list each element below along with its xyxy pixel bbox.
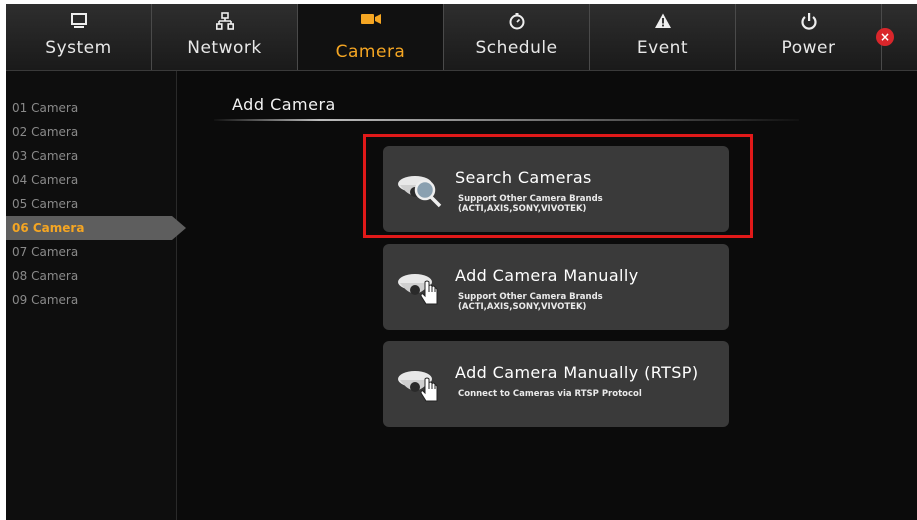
sidebar-item-camera-06[interactable]: 06 Camera [6, 216, 186, 240]
tab-schedule[interactable]: Schedule [444, 4, 590, 70]
sidebar-item-camera-08[interactable]: 08 Camera [6, 264, 176, 288]
app-screen: System Network Camera Schedule Event Pow… [6, 4, 917, 520]
tab-system[interactable]: System [6, 4, 152, 70]
tab-label: System [45, 38, 112, 58]
camera-hand-icon [395, 365, 445, 405]
action-subtitle: Connect to Cameras via RTSP Protocol [458, 389, 642, 399]
network-icon [152, 12, 297, 32]
sidebar-item-camera-03[interactable]: 03 Camera [6, 144, 176, 168]
tab-power[interactable]: Power [736, 4, 882, 70]
clock-icon [444, 12, 589, 32]
action-title: Add Camera Manually [455, 266, 639, 285]
tab-label: Schedule [475, 38, 558, 58]
power-icon [736, 12, 881, 32]
action-subtitle-line: (ACTI,AXIS,SONY,VIVOTEK) [458, 302, 587, 312]
tab-label: Network [187, 38, 262, 58]
tab-label: Power [781, 38, 836, 58]
tab-label: Camera [335, 42, 406, 62]
title-divider [214, 119, 799, 121]
action-subtitle-line: Support Other Camera Brands [458, 292, 603, 302]
tab-label: Event [636, 38, 689, 58]
sidebar-item-camera-01[interactable]: 01 Camera [6, 96, 176, 120]
camera-icon [298, 12, 443, 32]
add-camera-rtsp-button[interactable]: Add Camera Manually (RTSP) Connect to Ca… [383, 341, 729, 427]
close-icon[interactable]: × [876, 28, 894, 46]
alert-icon [590, 12, 735, 32]
tab-network[interactable]: Network [152, 4, 298, 70]
top-tab-bar: System Network Camera Schedule Event Pow… [6, 4, 917, 71]
action-title: Add Camera Manually (RTSP) [455, 363, 699, 382]
page-title: Add Camera [232, 95, 336, 114]
camera-hand-icon [395, 268, 445, 308]
sidebar-item-camera-04[interactable]: 04 Camera [6, 168, 176, 192]
add-camera-manually-button[interactable]: Add Camera Manually Support Other Camera… [383, 244, 729, 330]
sidebar-item-camera-09[interactable]: 09 Camera [6, 288, 176, 312]
sidebar-item-camera-05[interactable]: 05 Camera [6, 192, 176, 216]
monitor-icon [6, 12, 151, 32]
action-subtitle-line: Connect to Cameras via RTSP Protocol [458, 389, 642, 399]
tab-camera[interactable]: Camera [298, 4, 444, 70]
action-subtitle: Support Other Camera Brands (ACTI,AXIS,S… [458, 292, 603, 312]
sidebar-item-camera-02[interactable]: 02 Camera [6, 120, 176, 144]
sidebar-item-camera-07[interactable]: 07 Camera [6, 240, 176, 264]
camera-list-sidebar: 01 Camera 02 Camera 03 Camera 04 Camera … [6, 71, 186, 520]
highlight-box [363, 134, 753, 238]
tab-event[interactable]: Event [590, 4, 736, 70]
